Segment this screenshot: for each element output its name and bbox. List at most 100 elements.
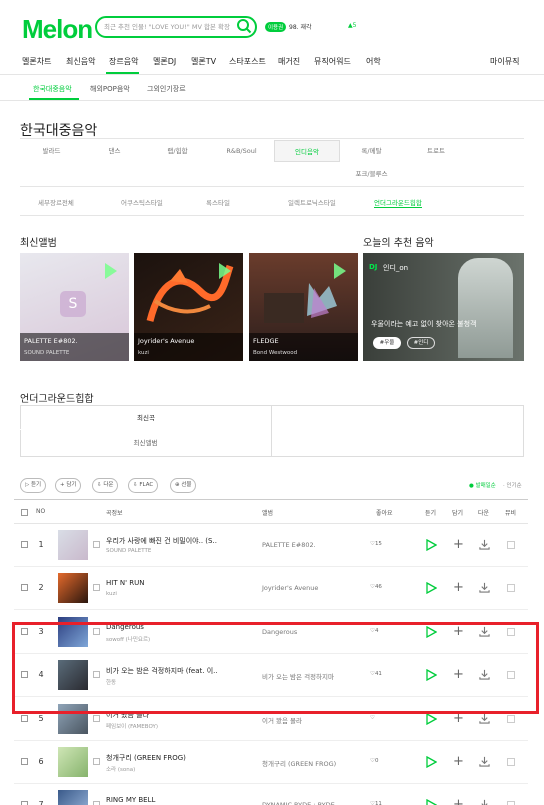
genre-trot[interactable]: 트로트 [403,140,469,162]
sort-popular[interactable]: · 인기순 [503,481,522,489]
play-icon[interactable] [425,799,437,805]
song-artist[interactable]: 소라 (sona) [106,765,135,773]
play-icon[interactable] [425,713,437,725]
album-card[interactable]: S PALETTE E#802. SOUND PALETTE [20,253,129,361]
subgenre-rock[interactable]: 록스타일 [206,197,230,207]
song-title[interactable]: 우리가 사랑에 빠진 건 비밀이야.. (S.. [106,536,217,546]
gnb-dj[interactable]: 멜론DJ [153,56,176,67]
download-icon[interactable] [479,799,490,805]
song-artist[interactable]: SOUND PALETTE [106,548,151,554]
realtime-rank[interactable]: 98. 재각 [289,22,312,31]
play-icon[interactable] [425,756,437,768]
add-playlist-icon[interactable]: + [453,712,464,725]
download-icon[interactable] [479,582,490,593]
genre-rock[interactable]: 록/메탈 [340,140,403,162]
dj-name[interactable]: 인디_on [383,263,408,273]
song-album[interactable]: 이거 봤음 몰라 [262,715,302,725]
play-icon[interactable] [334,263,346,279]
recommend-text[interactable]: 우울이라는 예고 없이 찾아온 불청객 [371,319,477,329]
album-artist[interactable]: kuzi [138,350,149,356]
song-info-icon[interactable] [93,715,100,722]
gnb-magazine[interactable]: 매거진 [278,56,300,67]
song-artist[interactable]: 페임보이 (FAMEBOY) [106,722,158,730]
play-icon[interactable] [425,539,437,551]
gnb-chart[interactable]: 멜론차트 [22,56,51,67]
sort-date[interactable]: ● 발매일순 [469,481,496,489]
mv-icon[interactable] [507,584,515,592]
add-playlist-icon[interactable]: + [453,755,464,768]
row-checkbox[interactable] [21,584,28,591]
melon-logo[interactable]: Melon [22,14,93,45]
like-button[interactable]: ♡46 [370,584,382,590]
gnb-new[interactable]: 최신음악 [66,56,95,67]
album-title[interactable]: Joyrider's Avenue [138,337,194,345]
gift-button[interactable]: ⊕ 선물 [170,478,197,493]
genre-dance[interactable]: 댄스 [83,140,146,162]
gnb-mymusic[interactable]: 마이뮤직 [490,56,519,67]
song-album[interactable]: 청개구리 (GREEN FROG) [262,758,336,768]
like-button[interactable]: ♡11 [370,801,382,805]
subgenre-acoustic[interactable]: 어쿠스틱스타일 [121,197,163,207]
mv-icon[interactable] [507,715,515,723]
genre-rnb[interactable]: R&B/Soul [209,140,274,162]
album-artist[interactable]: SOUND PALETTE [24,350,69,356]
song-info-icon[interactable] [93,801,100,805]
recommend-card[interactable]: DJ 인디_on 우울이라는 예고 없이 찾아온 불청객 #우울 #인디 [363,253,524,361]
play-icon[interactable] [219,263,231,279]
album-thumbnail[interactable] [58,573,88,603]
row-checkbox[interactable] [21,541,28,548]
album-thumbnail[interactable] [58,790,88,805]
song-artist[interactable]: kuzi [106,591,117,597]
song-info-icon[interactable] [93,758,100,765]
song-title[interactable]: HIT N' RUN [106,579,144,587]
gnb-tv[interactable]: 멜론TV [191,56,216,67]
add-playlist-icon[interactable]: + [453,798,464,805]
song-album[interactable]: DYNAMIC RYDE : RYDE [262,801,335,805]
song-album[interactable]: Joyrider's Avenue [262,584,318,592]
voucher-badge[interactable]: 이용권 [265,22,287,32]
row-checkbox[interactable] [21,715,28,722]
subgenre-electronic[interactable]: 일렉트로닉스타일 [288,197,336,207]
subgenre-all[interactable]: 세부장르전체 [38,197,74,207]
genre-hiphop[interactable]: 랩/힙합 [146,140,209,162]
gnb-lang[interactable]: 어학 [366,56,381,67]
search-icon[interactable] [236,18,252,34]
song-album[interactable]: PALETTE E#802. [262,541,316,549]
mv-icon[interactable] [507,801,515,805]
album-thumbnail[interactable] [58,530,88,560]
like-button[interactable]: ♡15 [370,541,382,547]
add-playlist-icon[interactable]: + [453,581,464,594]
gnb-award[interactable]: 뮤직어워드 [314,56,351,67]
play-icon[interactable] [105,263,117,279]
add-playlist-icon[interactable]: + [453,538,464,551]
select-all-checkbox[interactable] [21,509,28,516]
flac-button[interactable]: ⇩ FLAC [128,478,159,493]
tag-chip[interactable]: #우울 [373,337,401,349]
row-checkbox[interactable] [21,801,28,805]
gnb-starpost[interactable]: 스타포스트 [229,56,266,67]
tag-chip[interactable]: #인디 [407,337,435,349]
add-button[interactable]: + 담기 [55,478,82,493]
like-button[interactable]: ♡ [370,715,375,721]
album-artist[interactable]: Bond Westwood [253,350,297,356]
album-card[interactable]: Joyrider's Avenue kuzi [134,253,243,361]
tab-latest-songs[interactable]: 최신곡 [20,405,272,429]
subgenre-underground[interactable]: 언더그라운드힙합 [374,197,422,208]
album-title[interactable]: PALETTE E#802. [24,337,78,345]
mv-icon[interactable] [507,758,515,766]
song-title[interactable]: 청개구리 (GREEN FROG) [106,753,186,763]
album-thumbnail[interactable] [58,747,88,777]
genre-indie[interactable]: 인디음악 [274,140,340,162]
genre-folk[interactable]: 포크/블루스 [340,163,403,185]
download-button[interactable]: ⇩ 다운 [92,478,119,493]
download-icon[interactable] [479,539,490,550]
tab-latest-albums[interactable]: 최신앨범 [20,429,272,457]
download-icon[interactable] [479,713,490,724]
row-checkbox[interactable] [21,758,28,765]
subnav-other[interactable]: 그외인기장르 [147,84,186,94]
song-info-icon[interactable] [93,584,100,591]
album-title[interactable]: FLEDGE [253,337,279,345]
song-info-icon[interactable] [93,541,100,548]
listen-all-button[interactable]: ▷ 듣기 [20,478,47,493]
like-button[interactable]: ♡0 [370,758,378,764]
